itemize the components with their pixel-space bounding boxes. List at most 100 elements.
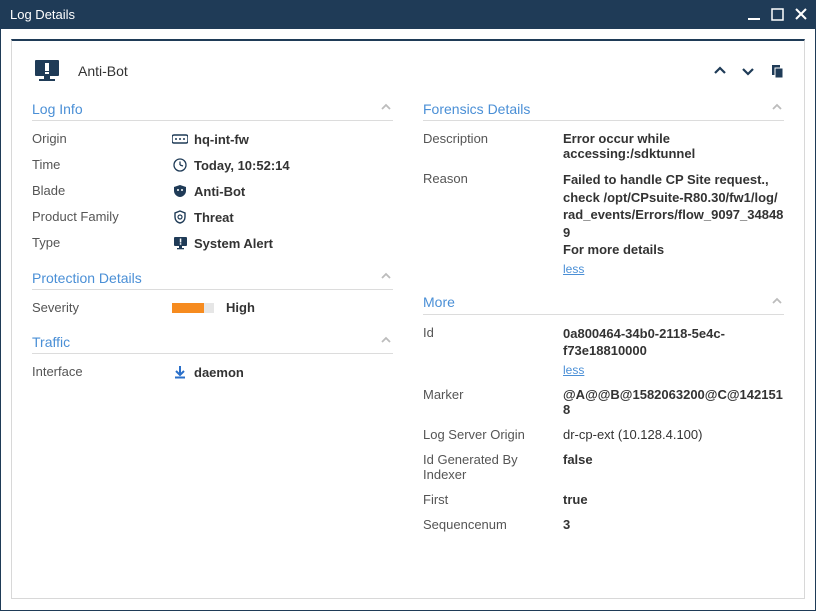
chevron-up-icon: [379, 333, 393, 347]
close-icon: [794, 7, 808, 21]
idx-text: false: [563, 452, 593, 467]
field-value: dr-cp-ext (10.128.4.100): [563, 427, 784, 442]
collapse-more-button[interactable]: [770, 294, 784, 311]
section-header-log-info: Log Info: [32, 100, 393, 121]
time-text: Today, 10:52:14: [194, 158, 290, 173]
copy-icon: [768, 63, 784, 79]
maximize-button[interactable]: [771, 7, 784, 21]
reason-line: Failed to handle CP Site request.,: [563, 171, 784, 189]
field-label: Reason: [423, 171, 563, 186]
section-title: More: [423, 294, 455, 310]
severity-fill: [172, 303, 204, 313]
description-text: Error occur while accessing:/sdktunnel: [563, 131, 784, 161]
field-label: Severity: [32, 300, 172, 315]
field-value: 3: [563, 517, 784, 532]
id-line: f73e18810000: [563, 342, 784, 360]
field-value: Threat: [172, 209, 393, 225]
section-title: Protection Details: [32, 270, 142, 286]
forensics-less-link[interactable]: less: [563, 262, 784, 276]
card-header-left: Anti-Bot: [32, 56, 128, 86]
field-value: daemon: [172, 364, 393, 380]
field-label: Id: [423, 325, 563, 340]
clock-icon: [172, 157, 188, 173]
field-value: 0a800464-34b0-2118-5e4c- f73e18810000 le…: [563, 325, 784, 377]
minimize-button[interactable]: [747, 7, 761, 21]
field-value: @A@@B@1582063200@C@1421518: [563, 387, 784, 417]
field-label: Origin: [32, 131, 172, 146]
threat-icon: [172, 209, 188, 225]
section-title: Forensics Details: [423, 101, 530, 117]
section-protection: Protection Details Severity High: [32, 269, 393, 315]
seq-text: 3: [563, 517, 570, 532]
chevron-up-icon: [712, 63, 728, 79]
origin-text: hq-int-fw: [194, 132, 249, 147]
row-type: Type System Alert: [32, 235, 393, 251]
field-label: Marker: [423, 387, 563, 402]
field-value: Anti-Bot: [172, 183, 393, 199]
shield-icon: [172, 183, 188, 199]
field-label: Id Generated By Indexer: [423, 452, 563, 482]
collapse-forensics-button[interactable]: [770, 100, 784, 117]
collapse-log-info-button[interactable]: [379, 100, 393, 117]
field-value: Failed to handle CP Site request., check…: [563, 171, 784, 276]
chevron-up-icon: [379, 100, 393, 114]
reason-line: For more details: [563, 241, 784, 259]
chevron-up-icon: [770, 100, 784, 114]
row-severity: Severity High: [32, 300, 393, 315]
row-description: Description Error occur while accessing:…: [423, 131, 784, 161]
prev-log-button[interactable]: [712, 63, 728, 79]
row-lso: Log Server Origin dr-cp-ext (10.128.4.10…: [423, 427, 784, 442]
monitor-alert-icon: [172, 235, 188, 251]
id-text: 0a800464-34b0-2118-5e4c- f73e18810000: [563, 325, 784, 360]
row-product-family: Product Family Threat: [32, 209, 393, 225]
card-title: Anti-Bot: [78, 63, 128, 79]
row-origin: Origin hq-int-fw: [32, 131, 393, 147]
collapse-protection-button[interactable]: [379, 269, 393, 286]
reason-line: check /opt/CPsuite-R80.30/fw1/log/: [563, 189, 784, 207]
row-idx: Id Generated By Indexer false: [423, 452, 784, 482]
row-interface: Interface daemon: [32, 364, 393, 380]
type-text: System Alert: [194, 236, 273, 251]
row-reason: Reason Failed to handle CP Site request.…: [423, 171, 784, 276]
chevron-up-icon: [770, 294, 784, 308]
section-header-protection: Protection Details: [32, 269, 393, 290]
maximize-icon: [771, 8, 784, 21]
row-blade: Blade Anti-Bot: [32, 183, 393, 199]
field-label: Sequencenum: [423, 517, 563, 532]
row-first: First true: [423, 492, 784, 507]
field-label: Description: [423, 131, 563, 146]
collapse-traffic-button[interactable]: [379, 333, 393, 350]
reason-text: Failed to handle CP Site request., check…: [563, 171, 784, 259]
field-value: hq-int-fw: [172, 131, 393, 147]
interface-text: daemon: [194, 365, 244, 380]
reason-line: rad_events/Errors/flow_9097_348489: [563, 206, 784, 241]
section-header-more: More: [423, 294, 784, 315]
more-less-link[interactable]: less: [563, 363, 784, 377]
card-header-controls: [712, 63, 784, 79]
field-value: System Alert: [172, 235, 393, 251]
card-header: Anti-Bot: [32, 56, 784, 100]
window-title: Log Details: [10, 7, 75, 22]
field-label: Product Family: [32, 209, 172, 224]
id-line: 0a800464-34b0-2118-5e4c-: [563, 325, 784, 343]
lso-text: dr-cp-ext (10.128.4.100): [563, 427, 702, 442]
field-label: First: [423, 492, 563, 507]
pf-text: Threat: [194, 210, 234, 225]
field-label: Time: [32, 157, 172, 172]
section-traffic: Traffic Interface daemon: [32, 333, 393, 380]
row-time: Time Today, 10:52:14: [32, 157, 393, 173]
section-forensics: Forensics Details Description Error occu…: [423, 100, 784, 276]
field-value: High: [172, 300, 393, 315]
window-titlebar: Log Details: [0, 0, 816, 28]
next-log-button[interactable]: [740, 63, 756, 79]
right-column: Forensics Details Description Error occu…: [423, 100, 784, 588]
marker-text: @A@@B@1582063200@C@1421518: [563, 387, 784, 417]
section-title: Log Info: [32, 101, 83, 117]
copy-button[interactable]: [768, 63, 784, 79]
field-label: Interface: [32, 364, 172, 379]
blade-text: Anti-Bot: [194, 184, 245, 199]
field-value: Error occur while accessing:/sdktunnel: [563, 131, 784, 161]
field-label: Blade: [32, 183, 172, 198]
close-button[interactable]: [794, 7, 808, 21]
section-header-forensics: Forensics Details: [423, 100, 784, 121]
